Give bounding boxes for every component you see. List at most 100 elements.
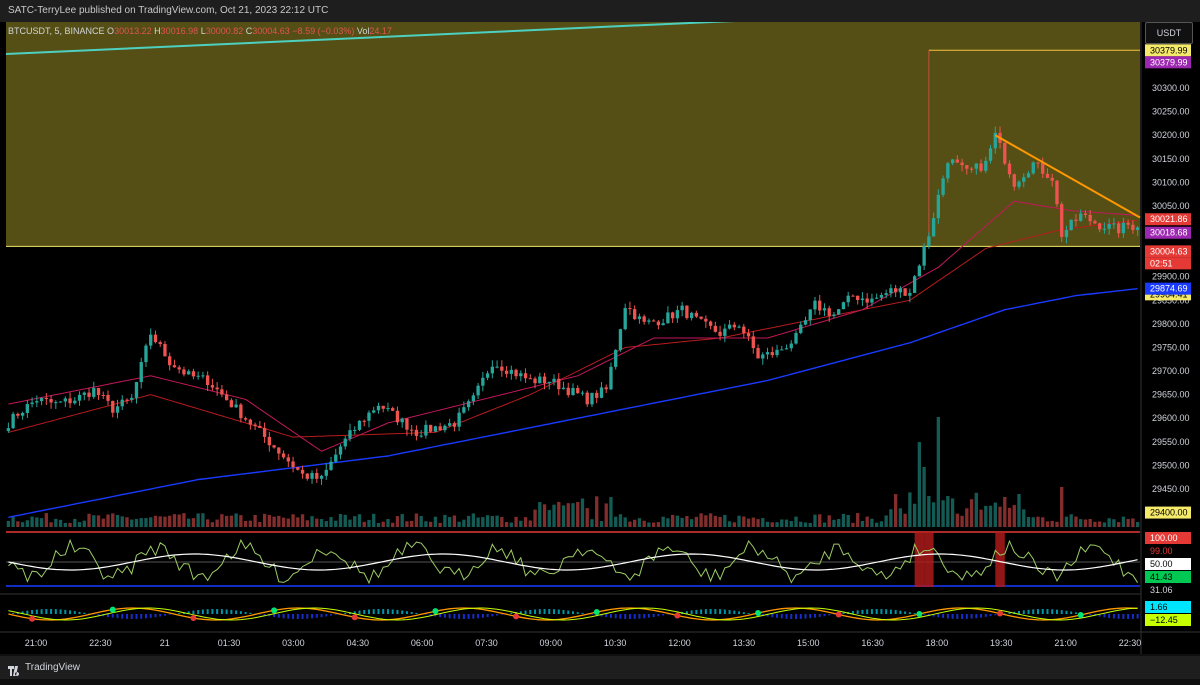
- osc-histogram-bar: [302, 614, 304, 619]
- volume-bar: [647, 522, 650, 527]
- volume-bar: [894, 494, 897, 527]
- volume-bar: [941, 500, 944, 527]
- candle-body: [984, 161, 987, 171]
- osc-histogram-bar: [510, 613, 512, 614]
- osc-histogram-bar: [985, 614, 987, 617]
- volume-bar: [676, 516, 679, 527]
- volume-bar: [1098, 521, 1101, 527]
- chart-area[interactable]: 30350.0030300.0030250.0030200.0030150.00…: [0, 22, 1200, 654]
- candle-body: [287, 457, 290, 461]
- volume-bar: [135, 519, 138, 527]
- candle-body: [296, 467, 299, 470]
- volume-bar: [220, 514, 223, 527]
- volume-bar: [937, 417, 940, 527]
- candle-body: [761, 354, 764, 358]
- volume-bar: [491, 516, 494, 527]
- candle-body: [386, 408, 389, 409]
- candle-body: [462, 407, 465, 413]
- candle-body: [391, 408, 394, 411]
- osc-histogram-bar: [69, 610, 71, 614]
- volume-bar: [68, 523, 71, 527]
- osc-histogram-bar: [373, 609, 375, 614]
- osc-histogram-bar: [605, 614, 607, 617]
- volume-bar: [35, 517, 38, 527]
- volume-bar: [434, 517, 437, 527]
- volume-bar: [111, 513, 114, 527]
- chart-svg[interactable]: 30350.0030300.0030250.0030200.0030150.00…: [0, 22, 1200, 654]
- osc-histogram-bar: [458, 614, 460, 619]
- volume-bar: [752, 518, 755, 527]
- y-tick-label: 29500.00: [1152, 460, 1190, 470]
- candle-body: [970, 169, 973, 170]
- candle-body: [73, 401, 76, 404]
- osc-histogram-bar: [643, 614, 645, 618]
- y-tick-label: 29650.00: [1152, 390, 1190, 400]
- volume-bar: [695, 517, 698, 527]
- candle-body: [125, 400, 128, 401]
- candle-body: [457, 413, 460, 427]
- volume-bar: [1051, 521, 1054, 527]
- candle-body: [225, 395, 228, 401]
- volume-bar: [272, 517, 275, 527]
- volume-bar: [192, 518, 195, 527]
- tradingview-logo-icon[interactable]: [8, 662, 22, 685]
- osc-histogram-bar: [795, 614, 797, 619]
- volume-bar: [386, 519, 389, 527]
- x-tick-label: 21: [160, 638, 170, 648]
- volume-bar: [78, 522, 81, 527]
- osc-histogram-bar: [202, 610, 204, 614]
- high-value: 30016.98: [161, 26, 199, 36]
- y-tick-label: 29450.00: [1152, 484, 1190, 494]
- symbol-name: BTCUSDT, 5, BINANCE: [8, 26, 105, 36]
- volume-bar: [1065, 517, 1068, 527]
- candle-body: [1131, 225, 1134, 230]
- candle-body: [448, 423, 451, 426]
- candle-body: [367, 413, 370, 421]
- candle-body: [268, 437, 271, 445]
- candle-body: [97, 388, 100, 395]
- osc-histogram-bar: [135, 614, 137, 619]
- volume-bar: [633, 520, 636, 527]
- candle-body: [344, 439, 347, 447]
- osc-histogram-bar: [629, 614, 631, 619]
- volume-bar: [420, 516, 423, 527]
- change-value: −8.59 (−0.03%): [292, 26, 354, 36]
- osc-histogram-bar: [790, 614, 792, 619]
- footer-brand[interactable]: TradingView: [25, 656, 80, 679]
- osc-histogram-bar: [363, 610, 365, 614]
- volume-bar: [1017, 494, 1020, 527]
- candle-body: [1098, 223, 1101, 229]
- candle-body: [1060, 204, 1063, 237]
- candle-body: [54, 402, 57, 403]
- osc-histogram-bar: [278, 614, 280, 618]
- osc-histogram-bar: [1070, 612, 1072, 614]
- y-tick-label: 30300.00: [1152, 83, 1190, 93]
- candle-body: [676, 310, 679, 318]
- osc-histogram-bar: [83, 613, 85, 614]
- candle-body: [946, 163, 949, 178]
- rsi-label: 100.00: [1150, 533, 1178, 543]
- volume-bar: [325, 521, 328, 527]
- supply-zone: [6, 22, 1140, 246]
- volume-bar: [975, 493, 978, 527]
- volume-bar: [984, 506, 987, 527]
- currency-button[interactable]: USDT: [1145, 22, 1193, 44]
- candle-body: [481, 378, 484, 386]
- osc-histogram-bar: [292, 614, 294, 619]
- osc-histogram-bar: [814, 614, 816, 618]
- candle-body: [192, 371, 195, 376]
- volume-bar: [823, 523, 826, 527]
- candle-body: [401, 418, 404, 422]
- osc-histogram-bar: [800, 614, 802, 619]
- osc-histogram-bar: [26, 611, 28, 614]
- osc-histogram-bar: [539, 609, 541, 614]
- candle-body: [258, 426, 261, 428]
- volume-bar: [837, 519, 840, 527]
- x-tick-label: 07:30: [475, 638, 498, 648]
- x-tick-label: 16:30: [861, 638, 884, 648]
- candle-body: [197, 376, 200, 377]
- volume-bar: [628, 522, 631, 527]
- volume-bar: [253, 515, 256, 527]
- osc-histogram-bar: [1009, 613, 1011, 614]
- candle-body: [163, 344, 166, 356]
